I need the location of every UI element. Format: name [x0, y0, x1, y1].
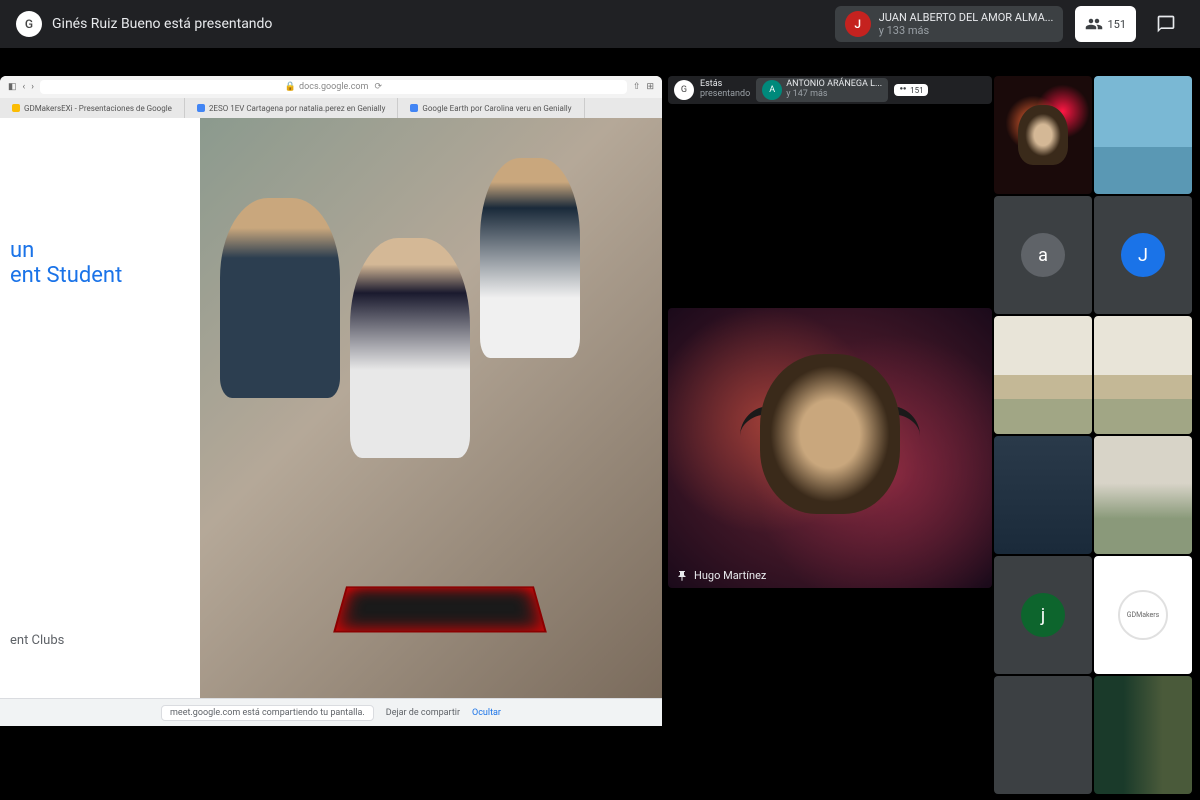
url-text: docs.google.com: [299, 82, 368, 92]
mini-attendee-more: y 147 más: [786, 90, 882, 100]
self-line2: presentando: [700, 90, 750, 100]
participant-tile[interactable]: [1094, 436, 1192, 554]
participant-tile[interactable]: [1094, 676, 1192, 794]
participant-tile[interactable]: GDMakers: [1094, 556, 1192, 674]
participant-tile[interactable]: [994, 316, 1092, 434]
shared-screen: ◧ ‹ › 🔒 docs.google.com ⟳ ⇧ ⊞ GDMakersEX…: [0, 76, 662, 726]
presenter-avatar: G: [16, 11, 42, 37]
attendee-more: y 133 más: [879, 24, 1054, 37]
self-avatar: G: [674, 80, 694, 100]
participant-tile[interactable]: [994, 676, 1092, 794]
tabs-icon: ⊞: [646, 82, 654, 92]
mini-attendee-avatar: A: [762, 80, 782, 100]
participant-tile[interactable]: [994, 436, 1092, 554]
slide-photo: [200, 118, 662, 698]
attendee-chip[interactable]: J JUAN ALBERTO DEL AMOR ALMA... y 133 má…: [835, 6, 1064, 42]
people-icon: [1085, 15, 1103, 33]
url-bar: 🔒 docs.google.com ⟳: [40, 80, 627, 94]
participant-tile[interactable]: [1094, 316, 1192, 434]
center-column: G Estás presentando A ANTONIO ARÁNEGA L.…: [662, 76, 992, 800]
lock-icon: 🔒: [285, 82, 296, 92]
people-button[interactable]: 151: [1075, 6, 1136, 42]
participant-tile[interactable]: J: [1094, 196, 1192, 314]
tab-1: GDMakersEXi - Presentaciones de Google: [0, 98, 185, 118]
participant-tile[interactable]: j: [994, 556, 1092, 674]
meet-header: G Ginés Ruiz Bueno está presentando J JU…: [0, 0, 1200, 48]
browser-tabs: GDMakersEXi - Presentaciones de Google 2…: [0, 98, 662, 118]
slide-title-1: un: [0, 238, 200, 263]
tab-2: 2ESO 1EV Cartagena por natalia.perez en …: [185, 98, 398, 118]
chat-button[interactable]: [1148, 6, 1184, 42]
mini-header: G Estás presentando A ANTONIO ARÁNEGA L.…: [668, 76, 992, 104]
people-count: 151: [1107, 18, 1126, 31]
mini-people-button[interactable]: 151: [894, 84, 928, 96]
share-message: meet.google.com está compartiendo tu pan…: [161, 705, 374, 721]
speaker-name: Hugo Martínez: [694, 569, 766, 582]
slide-viewport: un ent Student ent Clubs: [0, 118, 662, 698]
refresh-icon: ⟳: [374, 82, 382, 92]
attendee-avatar: J: [845, 11, 871, 37]
attendee-name: JUAN ALBERTO DEL AMOR ALMA...: [879, 11, 1054, 24]
presenter-chip: G Ginés Ruiz Bueno está presentando: [16, 11, 272, 37]
hide-banner-button[interactable]: Ocultar: [472, 708, 501, 718]
mini-people-count: 151: [910, 86, 924, 95]
avatar: a: [1021, 233, 1065, 277]
browser-toolbar: ◧ ‹ › 🔒 docs.google.com ⟳ ⇧ ⊞: [0, 76, 662, 98]
slide-footer: ent Clubs: [10, 633, 64, 648]
chat-icon: [1156, 14, 1176, 34]
pinned-speaker-tile[interactable]: Hugo Martínez: [668, 308, 992, 588]
sidebar-icon: ◧: [8, 82, 17, 92]
share-icon: ⇧: [633, 82, 641, 92]
participant-tile[interactable]: a: [994, 196, 1092, 314]
tab-3: Google Earth por Carolina veru en Genial…: [398, 98, 584, 118]
participant-tile[interactable]: [994, 76, 1092, 194]
nav-fwd-icon: ›: [31, 82, 34, 92]
mini-attendee-chip[interactable]: A ANTONIO ARÁNEGA L... y 147 más: [756, 78, 888, 102]
people-icon: [898, 85, 908, 95]
pin-icon: [676, 570, 688, 582]
presenter-label: Ginés Ruiz Bueno está presentando: [52, 16, 272, 32]
share-banner: meet.google.com está compartiendo tu pan…: [0, 698, 662, 726]
avatar: j: [1021, 593, 1065, 637]
stop-sharing-button[interactable]: Dejar de compartir: [386, 708, 460, 718]
avatar: J: [1121, 233, 1165, 277]
slide-title-2: ent Student: [0, 263, 200, 288]
nav-back-icon: ‹: [23, 82, 26, 92]
slide-content: un ent Student ent Clubs: [0, 118, 662, 698]
main-area: ◧ ‹ › 🔒 docs.google.com ⟳ ⇧ ⊞ GDMakersEX…: [0, 48, 1200, 800]
logo: GDMakers: [1118, 590, 1168, 640]
participant-tile[interactable]: [1094, 76, 1192, 194]
participant-grid: a J j GDMakers: [992, 76, 1192, 800]
